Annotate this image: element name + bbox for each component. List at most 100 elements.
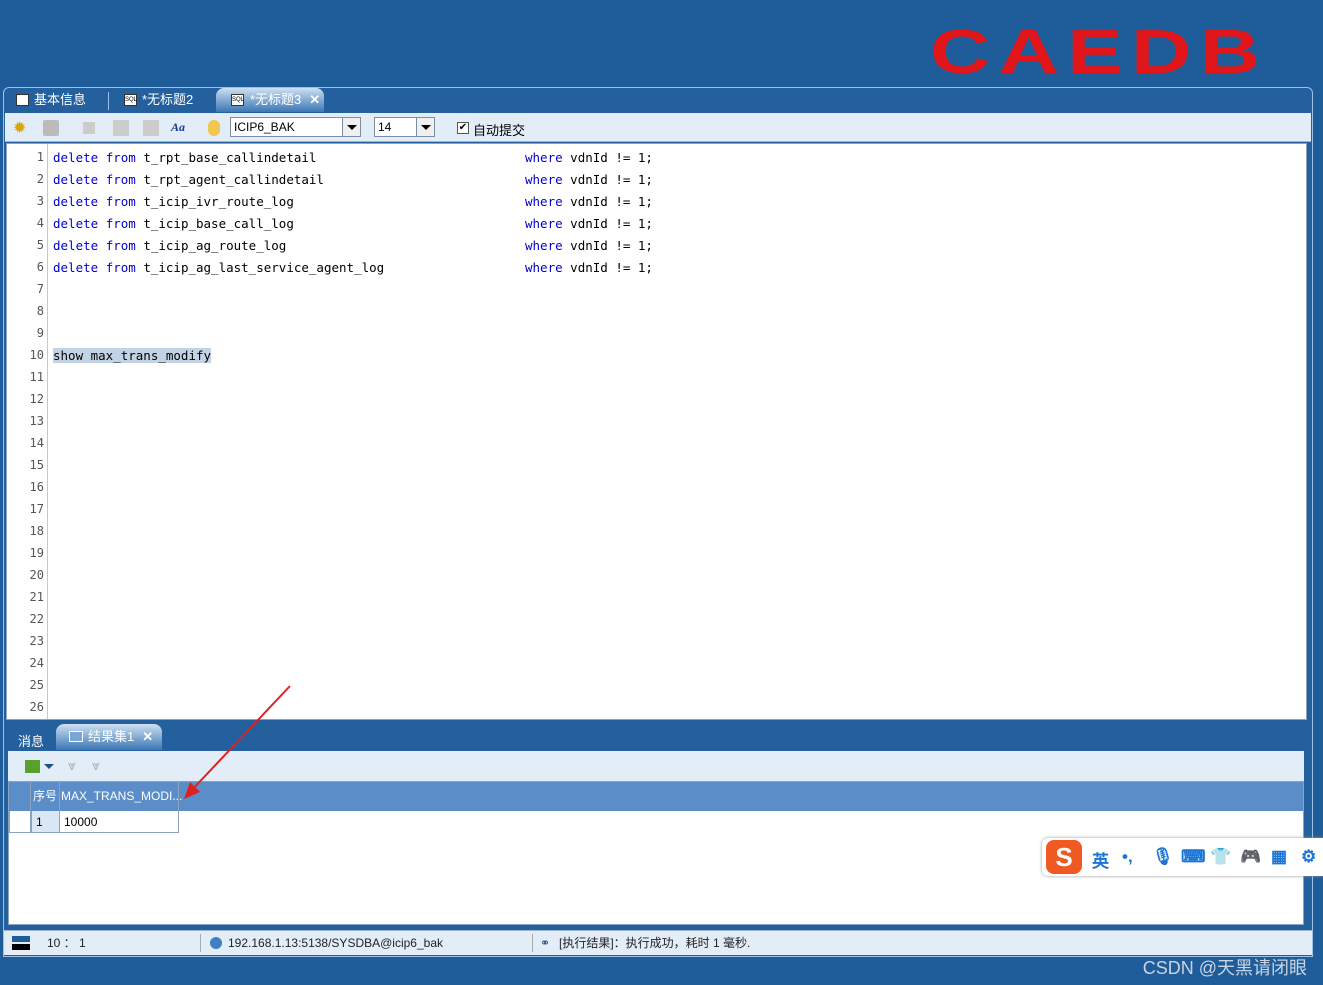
keyword-where: where [525,260,563,275]
tab-basic-info[interactable]: 基本信息 [4,88,114,112]
table-icon [69,731,83,742]
caedb-logo: CAEDB [930,18,1269,87]
ime-mode[interactable]: 英 [1092,847,1109,872]
tab-result-set-1[interactable]: 结果集1 ✕ [56,724,162,750]
row-header-corner [9,782,31,811]
tab-label: *无标题2 [142,92,194,107]
tab-untitled-2[interactable]: SQL *无标题2 [112,88,222,112]
code-line[interactable]: delete from t_icip_base_call_log where vd… [53,216,653,231]
table-name: t_rpt_agent_callindetail [143,172,324,187]
line-number: 21 [29,590,44,604]
database-value: ICIP6_BAK [234,120,295,134]
condition: vdnId != 1; [570,216,653,231]
line-number: 26 [29,700,44,714]
condition: vdnId != 1; [570,150,653,165]
close-tab-icon[interactable]: ✕ [142,729,153,744]
microphone-icon[interactable]: 🎙 [1152,847,1174,867]
code-line[interactable]: delete from t_rpt_base_callindetail where… [53,150,653,165]
sogou-logo-icon[interactable]: S [1046,840,1082,874]
keyword-delete: delete [53,238,99,253]
keyword-where: where [525,172,563,187]
toolbar: ✹ Aa ICIP6_BAK 14 ✔ 自动提交 [5,113,1311,142]
code-line[interactable]: delete from t_icip_ag_last_service_agent… [53,260,653,275]
sql-editor[interactable]: 1 2 3 4 5 6 7 8 9 10 11 12 13 14 15 16 17 18 19 20 21 22 23 24 2… [6,143,1307,720]
line-number: 2 [36,172,44,186]
line-number: 7 [36,282,44,296]
grid-view-icon[interactable] [25,760,40,773]
sql-icon: SQL [231,94,244,106]
connection-info: 192.168.1.13:5138/SYSDBA@icip6_bak [228,936,443,950]
keyword-where: where [525,194,563,209]
editor-tab-bar: 基本信息 SQL *无标题2 SQL *无标题3 ✕ [4,88,1312,112]
keyword-delete: delete [53,194,99,209]
line-number: 8 [36,304,44,318]
chevron-down-icon[interactable] [44,764,54,774]
sql-icon: SQL [124,94,137,106]
code-line[interactable]: delete from t_rpt_agent_callindetail wher… [53,172,653,187]
game-icon[interactable]: 🎮 [1240,847,1261,867]
cursor-position: 10 ： 1 [47,936,86,950]
font-icon[interactable]: Aa [171,120,187,136]
gear-icon[interactable]: ✹ [13,118,29,137]
keyword-where: where [525,150,563,165]
apps-icon[interactable]: ▦ [1271,847,1287,867]
chevron-down-icon[interactable] [416,118,434,136]
line-number: 5 [36,238,44,252]
code-line[interactable]: delete from t_icip_ivr_route_log where vd… [53,194,653,209]
database-icon [208,120,220,136]
db-settings-icon[interactable] [43,120,59,136]
font-size-select[interactable]: 14 [374,117,435,137]
line-number: 18 [29,524,44,538]
cell-seq[interactable]: 1 [31,811,60,833]
row-selector[interactable] [9,811,31,833]
tab-untitled-3[interactable]: SQL *无标题3 ✕ [216,88,324,112]
code-line[interactable]: show max_trans_modify [53,348,212,363]
tab-messages[interactable]: 消息 [18,731,44,750]
selected-statement[interactable]: show max_trans_modify [53,348,212,363]
status-bar: 10 ： 1 192.168.1.13:5138/SYSDBA@icip6_ba… [4,930,1312,955]
next-page-icon[interactable]: ⩔ [68,757,76,774]
line-number: 23 [29,634,44,648]
cell-value[interactable]: 10000 [60,811,179,833]
keyword-from: from [105,216,136,231]
line-number: 12 [29,392,44,406]
database-select[interactable]: ICIP6_BAK [230,117,361,137]
keyword-from: from [105,194,136,209]
stop-icon[interactable] [83,122,95,134]
column-header-max-trans-modify[interactable]: MAX_TRANS_MODI... [60,782,182,811]
code-line[interactable]: delete from t_icip_ag_route_log where vdn… [53,238,653,253]
line-number: 22 [29,612,44,626]
copy-icon[interactable] [113,120,129,136]
line-number: 13 [29,414,44,428]
line-number: 16 [29,480,44,494]
ime-toolbar: S 英 •, 🎙 ⌨ 👕 🎮 ▦ ⚙ [1042,838,1323,876]
keyword-delete: delete [53,260,99,275]
font-size-value: 14 [378,120,392,134]
punctuation-icon[interactable]: •, [1122,847,1133,867]
keyword-from: from [105,150,136,165]
autocommit-checkbox[interactable]: ✔ [457,122,469,134]
autocommit-label: 自动提交 [473,123,526,138]
keyword-from: from [105,260,136,275]
condition: vdnId != 1; [570,238,653,253]
skin-icon[interactable]: 👕 [1210,847,1231,867]
line-number: 9 [36,326,44,340]
close-tab-icon[interactable]: ✕ [309,92,320,107]
keyword-delete: delete [53,150,99,165]
last-page-icon[interactable]: ⩔ [92,757,100,774]
keyword-where: where [525,216,563,231]
execution-result: [执行结果]：执行成功，耗时 1 毫秒. [559,936,751,950]
tab-label: 基本信息 [34,92,87,107]
column-header-seq[interactable]: 序号 [31,782,60,811]
line-number: 3 [36,194,44,208]
keyword-where: where [525,238,563,253]
line-number: 1 [36,150,44,164]
binoculars-icon: ⚭ [540,936,551,950]
export-icon[interactable] [143,120,159,136]
keyboard-icon[interactable]: ⌨ [1181,847,1206,867]
panel-toggle-icon[interactable] [12,936,30,942]
watermark: CSDN @天黑请闭眼 [1142,958,1307,978]
chevron-down-icon[interactable] [342,118,360,136]
settings-icon[interactable]: ⚙ [1301,847,1316,867]
line-number: 25 [29,678,44,692]
